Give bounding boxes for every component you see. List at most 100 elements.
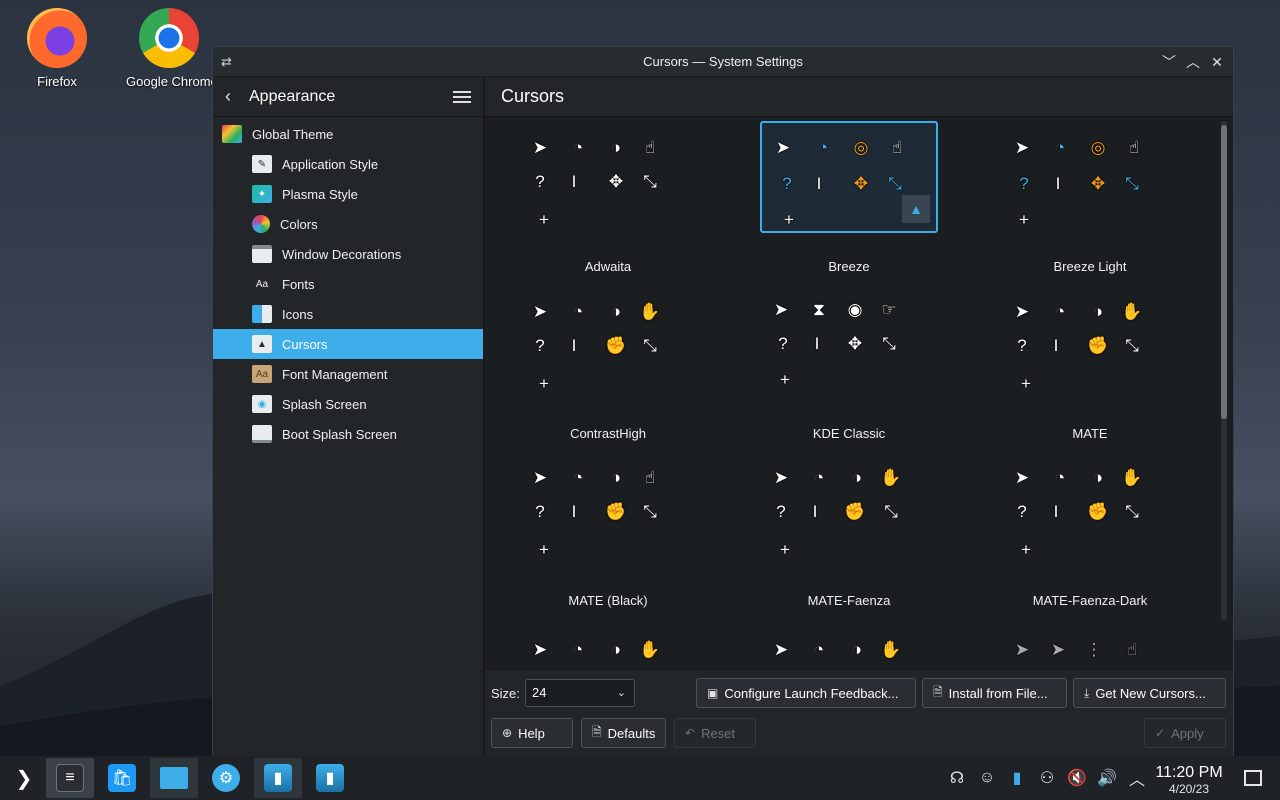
arrow-cursor-icon: ➤: [532, 138, 548, 157]
sidebar-item-label: Plasma Style: [282, 186, 358, 202]
wait-cursor-icon: ◑: [610, 640, 622, 659]
sidebar-item-icons[interactable]: Icons: [213, 299, 483, 329]
cursor-theme-row4-a[interactable]: ➤ ◔ ◑ ✋: [521, 625, 699, 669]
wait-cursor-icon: ◑: [1092, 302, 1104, 321]
cursor-theme-grid[interactable]: ➤ ◔ ◑ ☝ ? I ✥ ⤡ + Adwaita ➤ ◔ ◎ ☝ ? I ✥ …: [485, 117, 1219, 669]
hamburger-menu-icon[interactable]: [453, 88, 471, 106]
desktop-icon-label: Google Chrome: [126, 74, 212, 89]
crosshair-cursor-icon: +: [780, 540, 790, 559]
clock[interactable]: 11:20 PM 4/20/23: [1148, 764, 1230, 796]
help-cursor-icon: ?: [782, 174, 792, 193]
taskbar-app-two[interactable]: ▮: [306, 758, 354, 798]
wait-cursor-icon: ◑: [1092, 468, 1104, 487]
cursor-theme-contrasthigh[interactable]: ➤ ◔ ◑ ✋ ? I ✊ ⤡ +: [521, 289, 699, 401]
user-icon[interactable]: ☺: [972, 769, 1002, 787]
crosshair-cursor-icon: +: [780, 370, 790, 389]
cursor-theme-breeze-light[interactable]: ➤ ◔ ◎ ☝ ? I ✥ ⤡ +: [1003, 121, 1181, 233]
system-tray: ☊ ☺ ▮ ⚇ 🔇 🔊 ︿: [942, 756, 1152, 800]
footer-bar: Size: 24 ⌄ ▣ Configure Launch Feedback..…: [485, 669, 1233, 757]
cursor-theme-mate-faenza-dark[interactable]: ➤ ◔ ◑ ✋ ? I ✊ ⤡ +: [1003, 457, 1181, 569]
cursor-theme-breeze[interactable]: ➤ ◔ ◎ ☝ ? I ✥ ⤡ + ▲: [760, 121, 938, 233]
file-icon: 🗎: [933, 684, 943, 699]
cursor-theme-adwaita[interactable]: ➤ ◔ ◑ ☝ ? I ✥ ⤡ +: [521, 121, 699, 233]
cursor-theme-mate[interactable]: ➤ ◔ ◑ ✋ ? I ✊ ⤡ +: [1003, 289, 1181, 401]
sidebar-item-window-decorations[interactable]: Window Decorations: [213, 239, 483, 269]
wait-cursor-icon: ⋮: [1085, 640, 1103, 659]
hand-cursor-icon: ✋: [880, 468, 902, 487]
cursor-theme-mate-black[interactable]: ➤ ◔ ◑ ☝ ? I ✊ ⤡ +: [521, 457, 699, 569]
crosshair-cursor-icon: +: [1021, 374, 1031, 393]
progress-cursor-icon: ◔: [572, 640, 584, 659]
sidebar-item-application-style[interactable]: ✎ Application Style: [213, 149, 483, 179]
theme-list-scrollbar[interactable]: [1221, 121, 1227, 621]
resize-cursor-icon: ⤡: [882, 334, 896, 353]
resize-cursor-icon: ⤡: [1125, 174, 1139, 193]
microphone-muted-icon[interactable]: 🔇: [1062, 768, 1092, 788]
app-launcher-button[interactable]: ❯: [0, 758, 48, 798]
cursor-theme-row4-c[interactable]: ➤ ➤ ⋮ ☝: [1003, 625, 1181, 669]
maximize-button[interactable]: ︿: [1183, 52, 1203, 72]
desktop-firefox[interactable]: Firefox: [12, 8, 102, 89]
grab-cursor-icon: ✊: [1087, 502, 1109, 521]
crosshair-cursor-icon: +: [539, 210, 549, 229]
size-select[interactable]: 24 ⌄: [525, 679, 635, 707]
sidebar-item-plasma-style[interactable]: ✦ Plasma Style: [213, 179, 483, 209]
sidebar-item-boot-splash-screen[interactable]: Boot Splash Screen: [213, 419, 483, 449]
text-cursor-icon: I: [812, 502, 818, 521]
minimize-button[interactable]: ﹀: [1159, 52, 1179, 72]
volume-icon[interactable]: 🔊: [1092, 768, 1122, 788]
notifications-icon[interactable]: ☊: [942, 768, 972, 788]
download-icon: ⤓: [1084, 685, 1090, 700]
sidebar-item-colors[interactable]: Colors: [213, 209, 483, 239]
update-icon[interactable]: ▮: [1002, 768, 1032, 788]
taskbar-file-manager[interactable]: [150, 758, 198, 798]
desktop-chrome[interactable]: Google Chrome: [126, 8, 212, 89]
cursor-theme-row4-b[interactable]: ➤ ◔ ◑ ✋: [760, 625, 938, 669]
taskbar-app-one[interactable]: ▮: [254, 758, 302, 798]
hand-cursor-icon: ✋: [639, 640, 661, 659]
install-from-file-button[interactable]: 🗎 Install from File...: [922, 678, 1067, 708]
sidebar-item-splash-screen[interactable]: ◉ Splash Screen: [213, 389, 483, 419]
close-button[interactable]: ✕: [1207, 52, 1227, 72]
configure-launch-feedback-button[interactable]: ▣ Configure Launch Feedback...: [696, 678, 916, 708]
button-label: Help: [518, 725, 545, 741]
application-style-icon: ✎: [252, 155, 272, 173]
progress-cursor-icon: ➤: [1050, 640, 1066, 659]
cursor-theme-kde-classic[interactable]: ➤ ⧗ ◉ ☞ ? I ✥ ⤡ +: [760, 289, 938, 401]
taskbar-discover[interactable]: 🛍: [98, 758, 146, 798]
back-arrow-icon[interactable]: ‹: [225, 86, 247, 107]
cursor-theme-mate-faenza[interactable]: ➤ ◔ ◑ ✋ ? I ✊ ⤡ +: [760, 457, 938, 569]
check-icon: ✓: [1155, 726, 1166, 740]
icons-icon: [252, 305, 272, 323]
show-desktop-button[interactable]: [1244, 770, 1262, 786]
move-cursor-icon: ✥: [847, 334, 863, 353]
sidebar-item-fonts[interactable]: Aa Fonts: [213, 269, 483, 299]
wait-cursor-icon: ◎: [1090, 138, 1106, 157]
wait-cursor-icon: ◑: [610, 302, 622, 321]
scrollbar-thumb[interactable]: [1221, 125, 1227, 419]
help-button[interactable]: ⊕ Help: [491, 718, 573, 748]
firefox-icon: [27, 8, 87, 68]
sidebar-title[interactable]: Appearance: [249, 88, 453, 106]
boot-splash-screen-icon: [252, 425, 272, 443]
get-new-cursors-button[interactable]: ⤓ Get New Cursors...: [1073, 678, 1226, 708]
titlebar[interactable]: ⇄ Cursors — System Settings ﹀ ︿ ✕: [213, 47, 1233, 77]
sidebar-item-global-theme[interactable]: Global Theme: [213, 119, 483, 149]
apply-button[interactable]: ✓ Apply: [1144, 718, 1226, 748]
theme-name-mate: MATE: [1072, 426, 1108, 441]
sidebar-item-font-management[interactable]: Aa Font Management: [213, 359, 483, 389]
progress-cursor-icon: ◔: [572, 302, 584, 321]
sidebar-item-cursors[interactable]: ▲ Cursors: [213, 329, 483, 359]
accounts-icon[interactable]: ⚇: [1032, 768, 1062, 788]
text-cursor-icon: I: [1055, 174, 1061, 193]
taskbar-system-settings[interactable]: ≡: [46, 758, 94, 798]
resize-cursor-icon: ⤡: [1125, 502, 1139, 521]
reset-button[interactable]: ↶ Reset: [674, 718, 756, 748]
discover-store-icon: 🛍: [108, 764, 136, 792]
defaults-button[interactable]: 🗎 Defaults: [581, 718, 666, 748]
taskbar-settings[interactable]: ⚙: [202, 758, 250, 798]
undo-icon: ↶: [685, 726, 696, 740]
sidebar-item-label: Font Management: [282, 366, 388, 382]
button-label: Get New Cursors...: [1095, 685, 1206, 701]
clock-time: 11:20 PM: [1155, 764, 1223, 781]
